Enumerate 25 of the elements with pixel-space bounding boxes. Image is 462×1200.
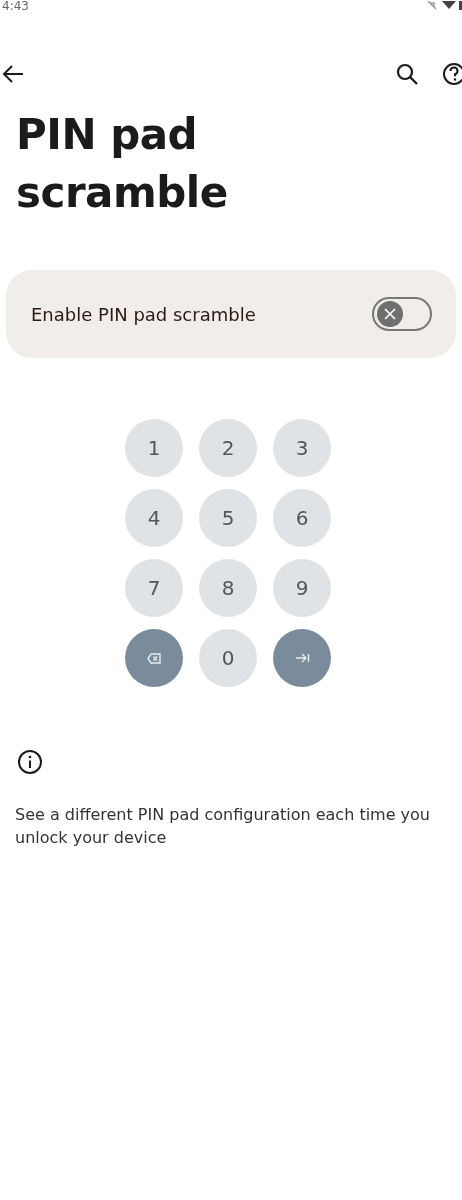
keypad-key[interactable]: 5 bbox=[199, 489, 257, 547]
info-text: See a different PIN pad configuration each time you unlock your device bbox=[15, 804, 431, 849]
info-icon bbox=[17, 749, 43, 775]
status-time: 4:43 bbox=[2, 0, 29, 12]
help-icon[interactable] bbox=[442, 62, 462, 86]
keypad-key[interactable]: 6 bbox=[273, 489, 331, 547]
setting-label: Enable PIN pad scramble bbox=[31, 303, 256, 325]
status-icons bbox=[426, 1, 462, 11]
keypad-key[interactable]: 1 bbox=[125, 419, 183, 477]
keypad-key[interactable]: 9 bbox=[273, 559, 331, 617]
keypad-key[interactable]: 4 bbox=[125, 489, 183, 547]
backspace-icon bbox=[147, 652, 161, 664]
keypad-key[interactable]: 8 bbox=[199, 559, 257, 617]
toggle-switch[interactable] bbox=[372, 297, 432, 331]
close-icon bbox=[384, 308, 396, 320]
backspace-key[interactable] bbox=[125, 629, 183, 687]
back-icon[interactable] bbox=[2, 65, 24, 83]
page-title: PIN pad scramble bbox=[16, 109, 229, 219]
search-icon[interactable] bbox=[396, 63, 418, 85]
keypad-key[interactable]: 0 bbox=[199, 629, 257, 687]
keypad-key[interactable]: 3 bbox=[273, 419, 331, 477]
enter-key[interactable] bbox=[273, 629, 331, 687]
arrow-to-bar-icon bbox=[294, 653, 310, 663]
keypad-key[interactable]: 7 bbox=[125, 559, 183, 617]
keypad-key[interactable]: 2 bbox=[199, 419, 257, 477]
